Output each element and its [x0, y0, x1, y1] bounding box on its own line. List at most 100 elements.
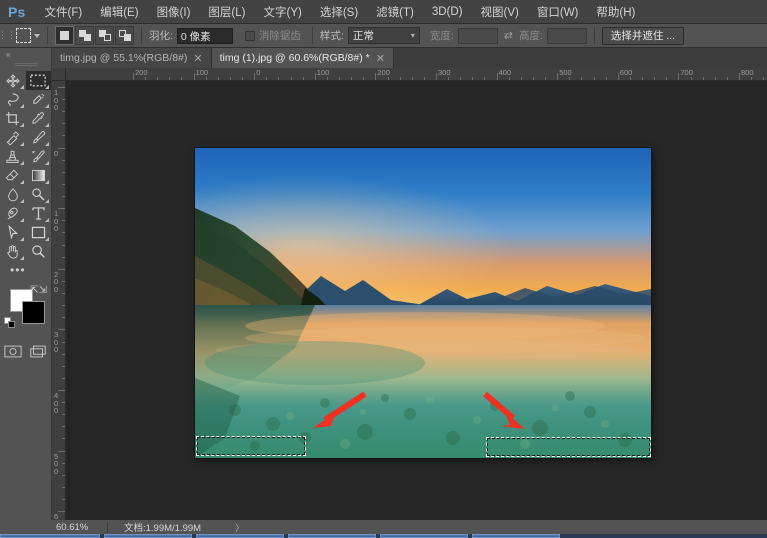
swap-dimensions-icon[interactable]: ⇄ — [504, 29, 513, 42]
taskbar-window-3[interactable] — [196, 534, 284, 538]
ruler-minor-tick — [727, 77, 728, 80]
document-canvas[interactable] — [195, 148, 651, 458]
feather-input[interactable]: 0 像素 — [177, 28, 233, 44]
ruler-tick — [58, 329, 65, 330]
menu-select[interactable]: 选择(S) — [311, 1, 367, 23]
menu-view[interactable]: 视图(V) — [472, 1, 528, 23]
tools-panel: « — [0, 48, 52, 520]
tool-row — [0, 166, 51, 185]
taskbar-window-6[interactable] — [472, 534, 560, 538]
rectangular-marquee-tool[interactable] — [26, 71, 52, 90]
edit-toolbar-button[interactable]: ••• — [0, 261, 51, 279]
eraser-tool[interactable] — [0, 166, 26, 185]
ruler-origin-box[interactable] — [52, 68, 66, 81]
rectangle-shape-tool[interactable] — [26, 223, 52, 242]
default-colors-icon[interactable] — [4, 317, 15, 328]
select-and-mask-button[interactable]: 选择并遮住 ... — [602, 27, 684, 45]
lasso-tool[interactable] — [0, 90, 26, 109]
add-to-selection-button[interactable] — [75, 26, 94, 45]
taskbar-window-4[interactable] — [288, 534, 376, 538]
photoshop-logo: Ps — [0, 4, 36, 20]
blur-tool[interactable] — [0, 185, 26, 204]
move-tool[interactable] — [0, 71, 26, 90]
divider — [312, 27, 313, 44]
quick-selection-tool[interactable] — [26, 90, 52, 109]
ruler-minor-tick — [218, 77, 219, 80]
ruler-minor-tick — [594, 77, 595, 80]
new-selection-button[interactable] — [55, 26, 74, 45]
ruler-minor-tick — [62, 281, 65, 282]
horizontal-ruler[interactable]: 2001000100200300400500600700800900100011… — [66, 68, 767, 81]
eyedropper-tool[interactable] — [26, 109, 52, 128]
ruler-minor-tick — [62, 414, 65, 415]
screen-mode-button[interactable] — [26, 341, 52, 361]
tool-flyout-indicator — [45, 104, 49, 108]
tool-flyout-indicator — [45, 142, 49, 146]
options-bar-grip[interactable]: ⋮⋮ — [0, 24, 14, 48]
close-icon[interactable]: ✕ — [376, 52, 385, 65]
taskbar-window-5[interactable] — [380, 534, 468, 538]
ruler-label: 800 — [739, 68, 754, 77]
background-color-swatch[interactable] — [22, 301, 45, 324]
pen-tool[interactable] — [0, 204, 26, 223]
healing-brush-tool[interactable] — [0, 128, 26, 147]
ruler-label: 200 — [375, 68, 390, 77]
zoom-level-field[interactable]: 60.61% — [52, 522, 108, 533]
windows-taskbar[interactable] — [0, 534, 767, 538]
status-bar: 60.61% 文档:1.99M/1.99M 〉 — [52, 520, 767, 534]
height-input[interactable] — [547, 28, 587, 44]
tool-flyout-indicator — [20, 85, 24, 89]
gradient-tool[interactable] — [26, 166, 52, 185]
menu-layer[interactable]: 图层(L) — [199, 1, 254, 23]
ruler-minor-tick — [424, 77, 425, 80]
ruler-tick — [58, 148, 65, 149]
canvas-area[interactable] — [66, 81, 767, 520]
menu-help[interactable]: 帮助(H) — [587, 1, 644, 23]
ruler-label: 400 — [497, 68, 512, 77]
antialias-checkbox[interactable] — [245, 31, 255, 41]
menu-3d[interactable]: 3D(D) — [423, 3, 472, 21]
status-expand-arrow[interactable]: 〉 — [201, 521, 244, 534]
brush-tool[interactable] — [26, 128, 52, 147]
hand-tool[interactable] — [0, 242, 26, 261]
vertical-ruler[interactable]: 1000100200300400500600700800 — [52, 81, 66, 520]
taskbar-window-1[interactable] — [0, 534, 100, 538]
tools-panel-grip[interactable] — [0, 60, 51, 68]
menu-edit[interactable]: 编辑(E) — [91, 1, 147, 23]
zoom-tool[interactable] — [26, 242, 52, 261]
collapse-tools-button[interactable]: « — [0, 48, 51, 60]
menu-file[interactable]: 文件(F) — [36, 1, 92, 23]
quick-mask-button[interactable] — [0, 341, 26, 361]
taskbar-window-2[interactable] — [104, 534, 192, 538]
chevron-down-icon[interactable] — [34, 34, 40, 38]
menu-window[interactable]: 窗口(W) — [528, 1, 588, 23]
ruler-minor-tick — [62, 463, 65, 464]
menu-image[interactable]: 图像(I) — [148, 1, 200, 23]
dodge-tool[interactable] — [26, 185, 52, 204]
document-tab[interactable]: timg.jpg @ 55.1%(RGB/8#)✕ — [52, 48, 212, 68]
ruler-minor-tick — [62, 245, 65, 246]
swap-colors-icon[interactable]: ⇱⇲ — [30, 285, 47, 296]
mode-buttons — [0, 335, 51, 361]
subtract-from-selection-icon — [99, 30, 111, 41]
width-input[interactable] — [458, 28, 498, 44]
clone-stamp-tool[interactable] — [0, 147, 26, 166]
menu-type[interactable]: 文字(Y) — [254, 1, 310, 23]
subtract-from-selection-button[interactable] — [95, 26, 114, 45]
tool-flyout-indicator — [45, 199, 49, 203]
intersect-selection-button[interactable] — [115, 26, 134, 45]
ruler-minor-tick — [145, 77, 146, 80]
ruler-minor-tick — [400, 77, 401, 80]
ruler-tick — [58, 269, 65, 270]
crop-tool[interactable] — [0, 109, 26, 128]
history-brush-tool[interactable] — [26, 147, 52, 166]
ruler-minor-tick — [62, 342, 65, 343]
document-tab[interactable]: timg (1).jpg @ 60.6%(RGB/8#) *✕ — [212, 48, 394, 68]
horizontal-type-tool[interactable] — [26, 204, 52, 223]
path-selection-tool[interactable] — [0, 223, 26, 242]
ruler-minor-tick — [230, 77, 231, 80]
menu-filter[interactable]: 滤镜(T) — [367, 1, 423, 23]
style-select[interactable]: 正常 ▾ — [348, 27, 420, 44]
close-icon[interactable]: ✕ — [193, 52, 202, 65]
active-tool-preview[interactable] — [16, 28, 40, 43]
